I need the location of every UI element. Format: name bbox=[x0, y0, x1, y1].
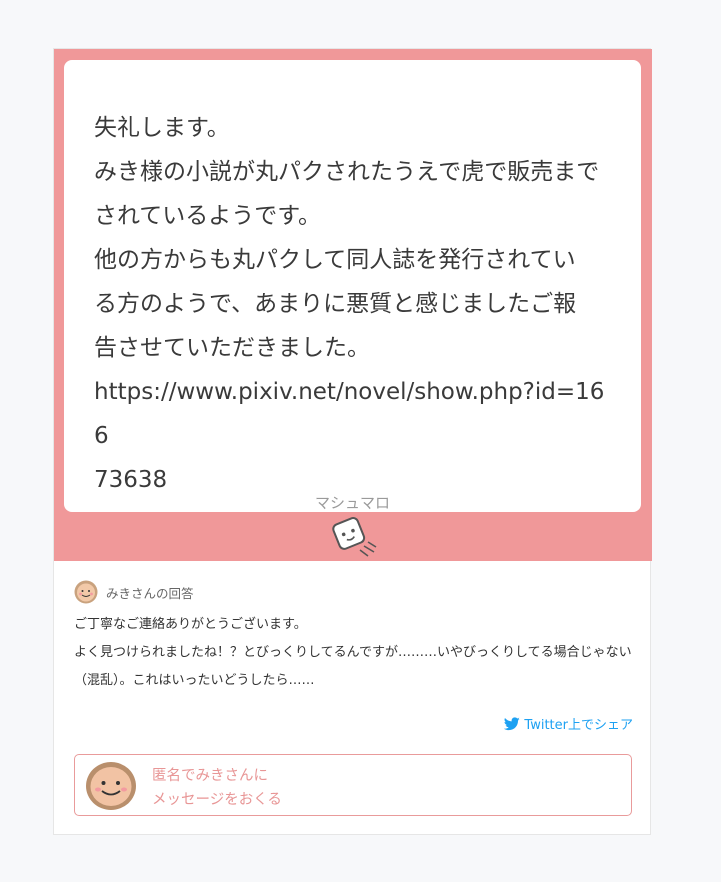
anonymous-message-button[interactable]: 匿名でみきさんに メッセージをおくる bbox=[74, 754, 632, 816]
brand-label: マシュマロ bbox=[314, 494, 390, 512]
twitter-share-link[interactable]: Twitter上でシェア bbox=[504, 714, 633, 733]
answer-header: みきさんの回答 bbox=[74, 580, 194, 604]
message-panel: 失礼します。 みき様の小説が丸パクされたうえで虎で販売まで されているようです。… bbox=[54, 49, 652, 561]
anonymous-message-line1: 匿名でみきさんに bbox=[152, 768, 268, 784]
user-avatar bbox=[86, 762, 136, 810]
answer-title: みきさんの回答 bbox=[106, 585, 194, 601]
marshmallow-mascot-icon bbox=[332, 517, 377, 557]
share-label: Twitter上でシェア bbox=[524, 718, 633, 733]
avatar bbox=[74, 580, 98, 604]
anonymous-message-line2: メッセージをおくる bbox=[152, 792, 282, 808]
anonymous-message-text: 匿名でみきさんに メッセージをおくる bbox=[152, 764, 282, 812]
twitter-bird-icon bbox=[504, 716, 521, 730]
message-box: 失礼します。 みき様の小説が丸パクされたうえで虎で販売まで されているようです。… bbox=[64, 60, 641, 512]
message-text: 失礼します。 みき様の小説が丸パクされたうえで虎で販売まで されているようです。… bbox=[94, 115, 605, 493]
answer-text: ご丁寧なご連絡ありがとうございます。 よく見つけられましたね！？とびっくりしてる… bbox=[74, 617, 632, 688]
marshmallow-card: 失礼します。 みき様の小説が丸パクされたうえで虎で販売まで されているようです。… bbox=[53, 48, 652, 835]
